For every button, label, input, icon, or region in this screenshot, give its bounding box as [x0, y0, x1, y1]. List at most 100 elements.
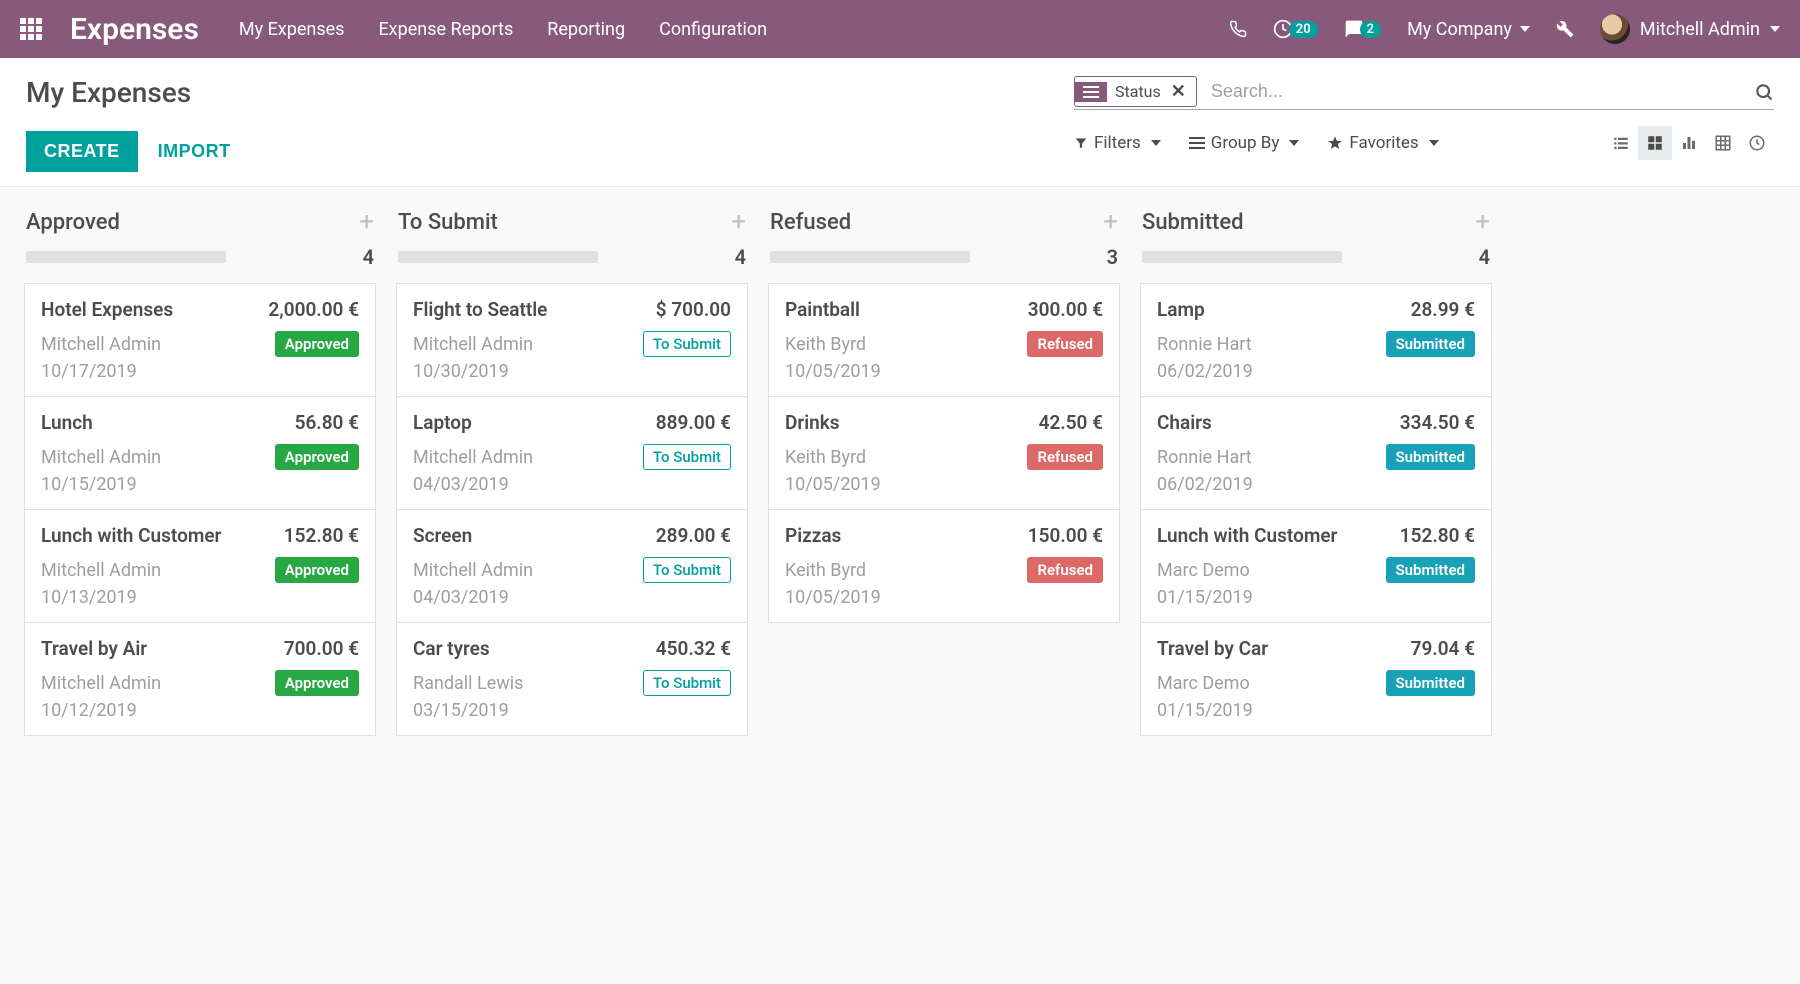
status-badge: Refused [1027, 444, 1103, 470]
kanban-card[interactable]: Lunch with Customer 152.80 € Marc Demo S… [1140, 509, 1492, 622]
column-progress-bar[interactable] [26, 251, 226, 263]
menu-my-expenses[interactable]: My Expenses [239, 19, 345, 40]
view-list-icon[interactable] [1604, 126, 1638, 160]
card-title: Laptop [413, 411, 472, 434]
facet-remove-icon[interactable]: ✕ [1169, 77, 1196, 106]
card-date: 10/30/2019 [413, 361, 731, 382]
column-progress-bar[interactable] [770, 251, 970, 263]
card-user: Marc Demo [1157, 673, 1250, 694]
kanban-card[interactable]: Car tyres 450.32 € Randall Lewis To Subm… [396, 622, 748, 736]
phone-icon[interactable] [1229, 20, 1247, 38]
column-count: 4 [1479, 245, 1490, 269]
avatar [1600, 14, 1630, 44]
status-badge: Submitted [1386, 557, 1476, 583]
kanban-card[interactable]: Travel by Air 700.00 € Mitchell Admin Ap… [24, 622, 376, 736]
menu-configuration[interactable]: Configuration [659, 19, 767, 40]
chevron-down-icon [1429, 140, 1439, 146]
card-user: Keith Byrd [785, 334, 866, 355]
kanban-card[interactable]: Lunch with Customer 152.80 € Mitchell Ad… [24, 509, 376, 622]
column-header[interactable]: Approved + [24, 207, 376, 245]
view-kanban-icon[interactable] [1638, 126, 1672, 160]
card-date: 10/13/2019 [41, 587, 359, 608]
column-add-icon[interactable]: + [359, 207, 374, 237]
column-add-icon[interactable]: + [1475, 207, 1490, 237]
favorites-button[interactable]: Favorites [1327, 133, 1438, 153]
card-title: Lamp [1157, 298, 1205, 321]
filters-button[interactable]: Filters [1074, 133, 1161, 153]
app-brand[interactable]: Expenses [70, 12, 199, 47]
kanban-column: To Submit +4 Flight to Seattle $ 700.00 M… [396, 207, 748, 736]
groupby-button[interactable]: Group By [1189, 133, 1300, 153]
status-badge: Refused [1027, 557, 1103, 583]
menu-expense-reports[interactable]: Expense Reports [378, 19, 513, 40]
create-button[interactable]: CREATE [26, 131, 138, 172]
card-amount: 700.00 € [284, 637, 359, 660]
card-title: Pizzas [785, 524, 841, 547]
view-pivot-icon[interactable] [1706, 126, 1740, 160]
debug-icon[interactable] [1556, 20, 1574, 38]
chevron-down-icon [1520, 26, 1530, 32]
kanban-card[interactable]: Paintball 300.00 € Keith Byrd Refused 10… [768, 283, 1120, 396]
view-activity-icon[interactable] [1740, 126, 1774, 160]
status-badge: Submitted [1386, 444, 1476, 470]
kanban-card[interactable]: Flight to Seattle $ 700.00 Mitchell Admi… [396, 283, 748, 396]
import-button[interactable]: IMPORT [158, 141, 231, 162]
menu-reporting[interactable]: Reporting [547, 19, 625, 40]
apps-icon[interactable] [20, 18, 42, 40]
column-add-icon[interactable]: + [731, 207, 746, 237]
kanban-card[interactable]: Drinks 42.50 € Keith Byrd Refused 10/05/… [768, 396, 1120, 509]
card-title: Flight to Seattle [413, 298, 547, 321]
kanban-card[interactable]: Lamp 28.99 € Ronnie Hart Submitted 06/02… [1140, 283, 1492, 396]
discuss-icon[interactable]: 2 [1344, 19, 1381, 39]
column-progress-bar[interactable] [398, 251, 598, 263]
kanban-card[interactable]: Lunch 56.80 € Mitchell Admin Approved 10… [24, 396, 376, 509]
search-input[interactable] [1205, 77, 1754, 106]
view-graph-icon[interactable] [1672, 126, 1706, 160]
kanban-card[interactable]: Pizzas 150.00 € Keith Byrd Refused 10/05… [768, 509, 1120, 623]
kanban-column: Approved +4 Hotel Expenses 2,000.00 € Mit… [24, 207, 376, 736]
column-progress-row: 3 [768, 245, 1120, 283]
column-add-icon[interactable]: + [1103, 207, 1118, 237]
card-user: Mitchell Admin [413, 560, 533, 581]
card-amount: 289.00 € [656, 524, 731, 547]
kanban-card[interactable]: Chairs 334.50 € Ronnie Hart Submitted 06… [1140, 396, 1492, 509]
card-user: Mitchell Admin [41, 560, 161, 581]
top-nav: Expenses My Expenses Expense Reports Rep… [0, 0, 1800, 58]
kanban-card[interactable]: Travel by Car 79.04 € Marc Demo Submitte… [1140, 622, 1492, 736]
kanban-board: Approved +4 Hotel Expenses 2,000.00 € Mit… [0, 187, 1800, 756]
card-title: Chairs [1157, 411, 1212, 434]
card-date: 03/15/2019 [413, 700, 731, 721]
column-header[interactable]: To Submit + [396, 207, 748, 245]
kanban-card[interactable]: Laptop 889.00 € Mitchell Admin To Submit… [396, 396, 748, 509]
column-header[interactable]: Refused+ [768, 207, 1120, 245]
kanban-card[interactable]: Hotel Expenses 2,000.00 € Mitchell Admin… [24, 283, 376, 396]
discuss-badge: 2 [1360, 21, 1381, 38]
column-header[interactable]: Submitted+ [1140, 207, 1492, 245]
search-facet-status: Status ✕ [1074, 76, 1197, 107]
column-title: To Submit [398, 210, 498, 235]
card-title: Screen [413, 524, 472, 547]
card-date: 10/05/2019 [785, 361, 1103, 382]
card-title: Hotel Expenses [41, 298, 173, 321]
company-switcher[interactable]: My Company [1407, 19, 1530, 40]
search-icon[interactable] [1754, 82, 1774, 102]
activity-icon[interactable]: 20 [1273, 19, 1318, 39]
card-date: 10/17/2019 [41, 361, 359, 382]
column-progress-row: 4 [396, 245, 748, 283]
chevron-down-icon [1770, 26, 1780, 32]
card-date: 10/05/2019 [785, 587, 1103, 608]
card-user: Marc Demo [1157, 560, 1250, 581]
groupby-label: Group By [1211, 133, 1280, 153]
card-user: Keith Byrd [785, 560, 866, 581]
card-date: 10/12/2019 [41, 700, 359, 721]
column-title: Approved [26, 210, 120, 235]
facet-label: Status [1107, 78, 1169, 105]
column-progress-row: 4 [1140, 245, 1492, 283]
card-title: Car tyres [413, 637, 490, 660]
user-menu[interactable]: Mitchell Admin [1600, 14, 1780, 44]
kanban-card[interactable]: Screen 289.00 € Mitchell Admin To Submit… [396, 509, 748, 622]
card-user: Randall Lewis [413, 673, 523, 694]
column-progress-bar[interactable] [1142, 251, 1342, 263]
column-progress-row: 4 [24, 245, 376, 283]
card-title: Drinks [785, 411, 840, 434]
